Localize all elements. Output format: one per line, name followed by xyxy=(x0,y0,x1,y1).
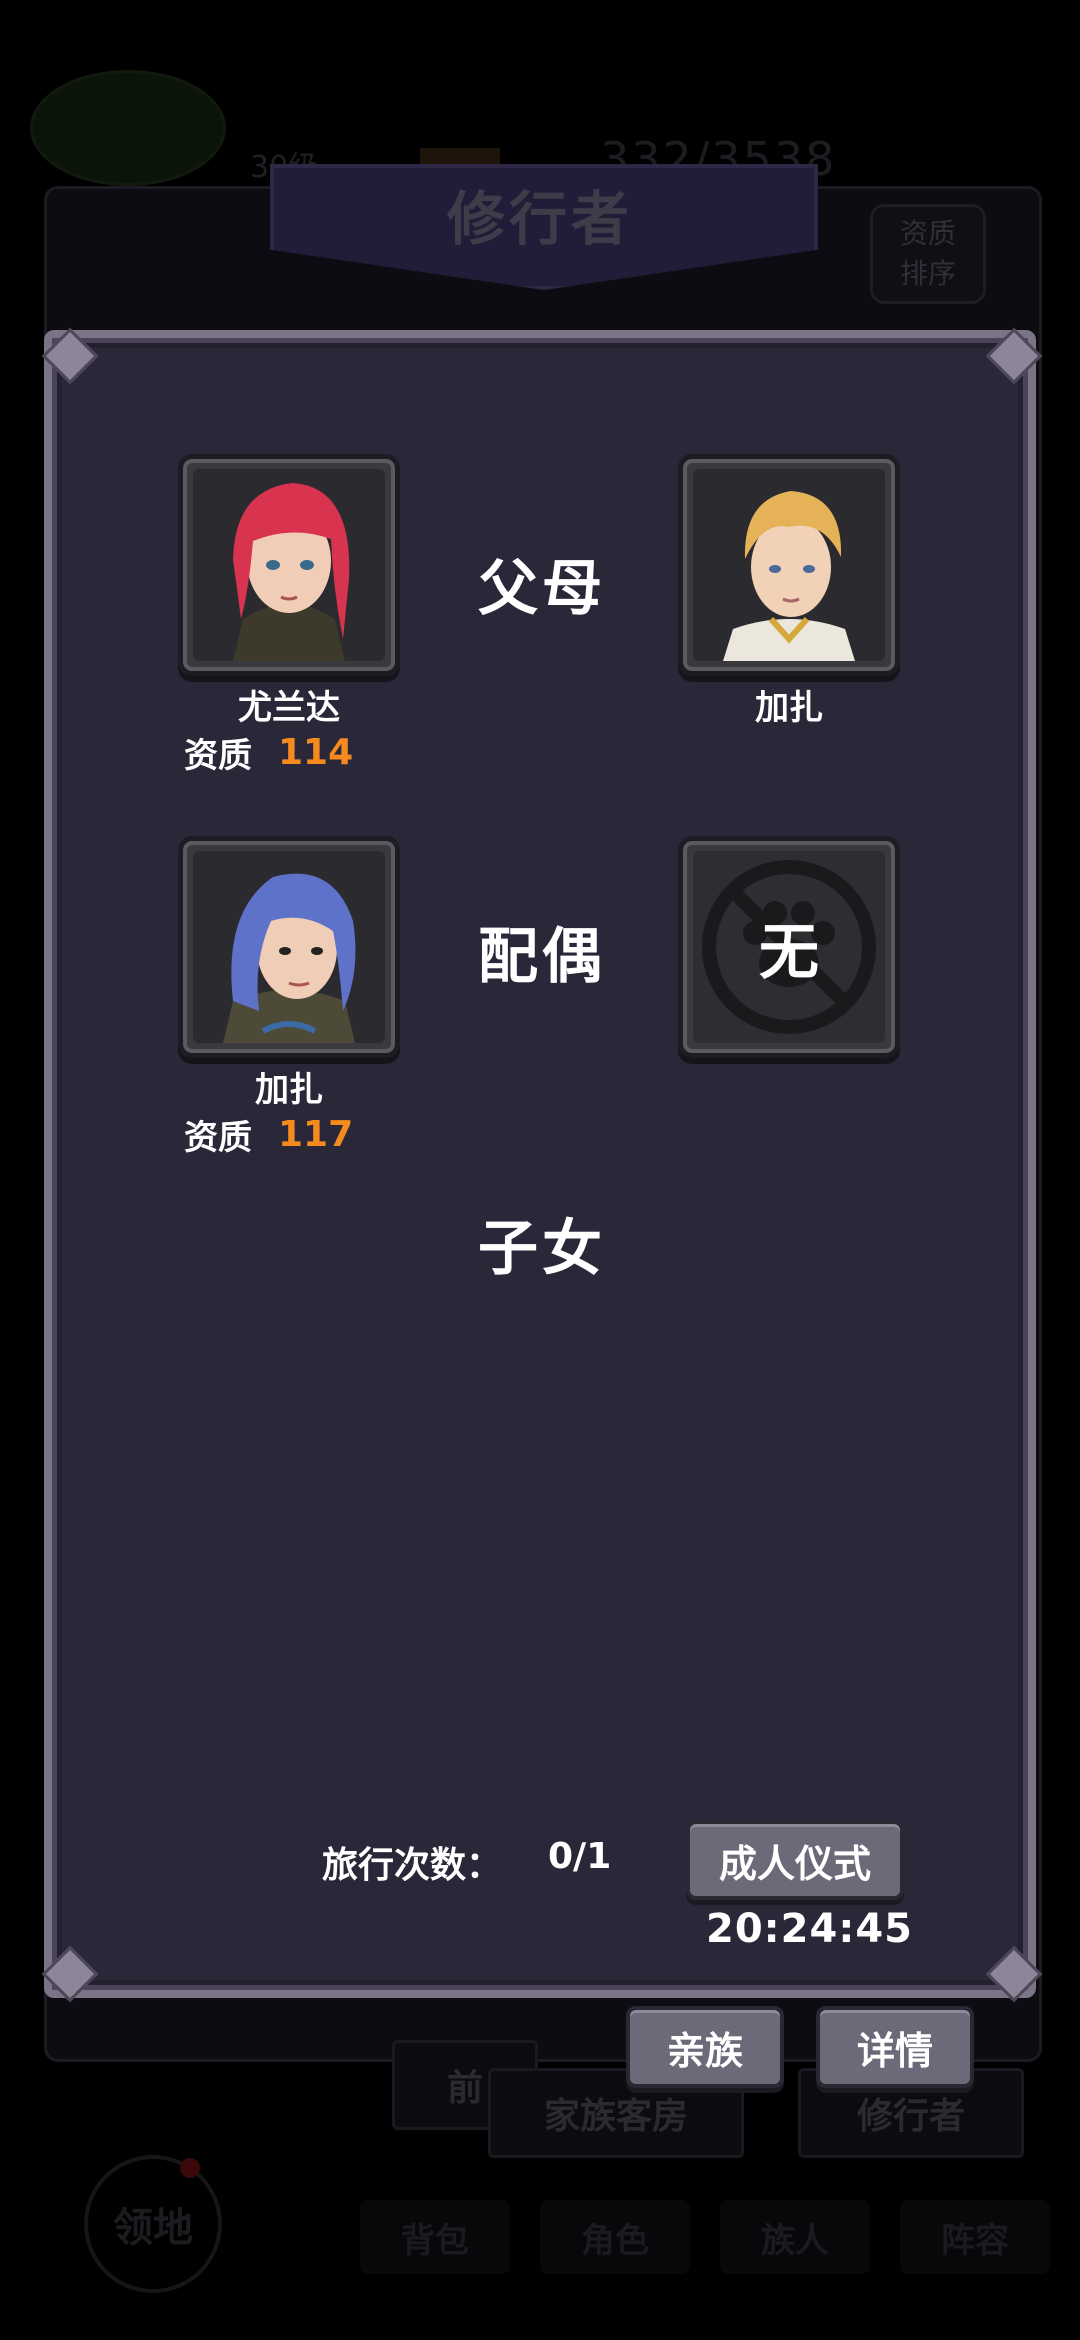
father-portrait xyxy=(693,469,885,661)
clan-button[interactable]: 亲族 xyxy=(626,2006,784,2088)
mother-portrait-slot[interactable] xyxy=(178,454,400,676)
background-nav-role: 角色 xyxy=(540,2200,690,2274)
mother-aptitude-label: 资质 xyxy=(184,736,252,776)
self-portrait-slot[interactable] xyxy=(178,836,400,1058)
spouse-empty-slot[interactable]: 无 xyxy=(678,836,900,1058)
children-label: 子女 xyxy=(478,1214,606,1284)
page-title: 修行者 xyxy=(446,185,633,253)
coming-of-age-ceremony-button[interactable]: 成人仪式 xyxy=(686,1820,904,1900)
ceremony-timer: 20:24:45 xyxy=(706,1906,913,1952)
background-nav-bag: 背包 xyxy=(360,2200,510,2274)
father-name: 加扎 xyxy=(755,688,823,728)
spouse-empty-text: 无 xyxy=(759,917,819,988)
self-portrait xyxy=(193,851,385,1043)
sort-button-line1: 资质 xyxy=(899,217,956,250)
travel-count-label: 旅行次数： xyxy=(322,1845,503,1886)
notification-dot xyxy=(180,2158,200,2178)
sort-button-line2: 排序 xyxy=(899,257,956,290)
self-aptitude-label: 资质 xyxy=(184,1118,252,1158)
mother-portrait xyxy=(193,469,385,661)
detail-button[interactable]: 详情 xyxy=(816,2006,974,2088)
father-portrait-slot[interactable] xyxy=(678,454,900,676)
self-aptitude-value: 117 xyxy=(278,1114,354,1155)
clan-emblem xyxy=(30,70,226,186)
self-name: 加扎 xyxy=(255,1070,323,1110)
mother-name: 尤兰达 xyxy=(238,688,340,728)
travel-count-value: 0/1 xyxy=(548,1836,612,1877)
mother-aptitude-value: 114 xyxy=(278,732,354,773)
background-territory-button: 领地 xyxy=(84,2155,222,2293)
background-nav-clan: 族人 xyxy=(720,2200,870,2274)
background-nav-formation: 阵容 xyxy=(900,2200,1050,2274)
parents-label: 父母 xyxy=(478,554,606,624)
spouse-label: 配偶 xyxy=(478,922,606,992)
aptitude-sort-button[interactable]: 资质 排序 xyxy=(870,204,986,304)
